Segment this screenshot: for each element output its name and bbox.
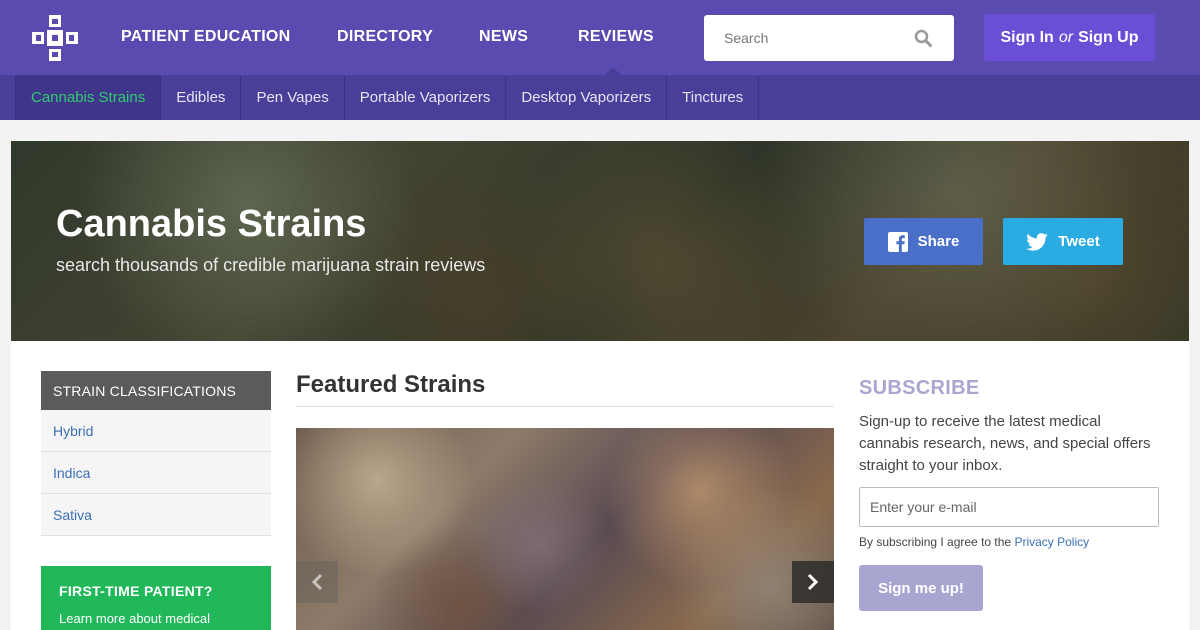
or-label: or — [1058, 28, 1074, 46]
sidebar-heading: STRAIN CLASSIFICATIONS — [41, 371, 271, 410]
subnav-item-portable-vaporizers[interactable]: Portable Vaporizers — [345, 75, 507, 120]
subscribe-title: SUBSCRIBE — [859, 377, 980, 399]
legal-text: By subscribing I agree to the — [859, 535, 1012, 549]
privacy-policy-link[interactable]: Privacy Policy — [1014, 535, 1089, 549]
first-time-patient-card[interactable]: FIRST-TIME PATIENT? Learn more about med… — [41, 566, 271, 630]
featured-strains-section: Featured Strains — [296, 371, 834, 407]
subscribe-description: Sign-up to receive the latest medical ca… — [859, 413, 1151, 474]
sign-in-label: Sign In — [1000, 28, 1054, 46]
chevron-left-icon — [311, 573, 323, 591]
sign-up-label: Sign Up — [1078, 28, 1139, 46]
subnav-item-desktop-vaporizers[interactable]: Desktop Vaporizers — [506, 75, 668, 120]
twitter-bird-icon — [1026, 232, 1049, 251]
subnav-item-tinctures[interactable]: Tinctures — [667, 75, 760, 120]
strain-classifications-sidebar: STRAIN CLASSIFICATIONS Hybrid Indica Sat… — [41, 371, 271, 536]
sidebar-item-sativa[interactable]: Sativa — [41, 494, 271, 536]
share-label: Share — [917, 233, 960, 250]
subnav-item-pen-vapes[interactable]: Pen Vapes — [241, 75, 345, 120]
sign-in-sign-up-button[interactable]: Sign In or Sign Up — [984, 14, 1155, 61]
carousel-next-button[interactable] — [792, 561, 834, 603]
search-input[interactable] — [704, 15, 904, 61]
facebook-icon — [887, 231, 908, 252]
nav-patient-education[interactable]: PATIENT EDUCATION — [121, 28, 291, 46]
carousel-prev-button[interactable] — [296, 561, 338, 603]
tweet-label: Tweet — [1058, 233, 1100, 250]
sidebar-item-hybrid[interactable]: Hybrid — [41, 410, 271, 452]
main-content: STRAIN CLASSIFICATIONS Hybrid Indica Sat… — [11, 341, 1189, 630]
twitter-tweet-button[interactable]: Tweet — [1003, 218, 1123, 265]
subscribe-panel: SUBSCRIBE Sign-up to receive the latest … — [859, 377, 1159, 611]
first-time-text: Learn more about medical — [59, 611, 211, 626]
nav-reviews[interactable]: REVIEWS — [578, 28, 654, 46]
sidebar-item-indica[interactable]: Indica — [41, 452, 271, 494]
subnav-item-cannabis-strains[interactable]: Cannabis Strains — [16, 75, 162, 120]
category-subnav: Cannabis Strains Edibles Pen Vapes Porta… — [0, 75, 1200, 120]
search-icon[interactable] — [914, 29, 932, 47]
subnav-item-edibles[interactable]: Edibles — [161, 75, 242, 120]
page-title: Cannabis Strains — [56, 203, 367, 245]
page-subtitle: search thousands of credible marijuana s… — [56, 255, 486, 275]
hero-banner: Cannabis Strains search thousands of cre… — [11, 141, 1189, 341]
first-time-title: FIRST-TIME PATIENT? — [59, 583, 213, 599]
featured-strain-image[interactable] — [296, 428, 834, 630]
nav-directory[interactable]: DIRECTORY — [337, 28, 433, 46]
chevron-right-icon — [807, 573, 819, 591]
medical-cross-logo-icon[interactable] — [30, 13, 80, 63]
sign-me-up-button[interactable]: Sign me up! — [859, 565, 983, 611]
facebook-share-button[interactable]: Share — [864, 218, 983, 265]
search-box — [704, 15, 954, 61]
email-field[interactable] — [859, 487, 1159, 527]
top-navbar: PATIENT EDUCATION DIRECTORY NEWS REVIEWS… — [0, 0, 1200, 76]
subscribe-legal: By subscribing I agree to the Privacy Po… — [859, 535, 1159, 549]
featured-strains-title: Featured Strains — [296, 371, 834, 407]
nav-news[interactable]: NEWS — [479, 28, 528, 46]
